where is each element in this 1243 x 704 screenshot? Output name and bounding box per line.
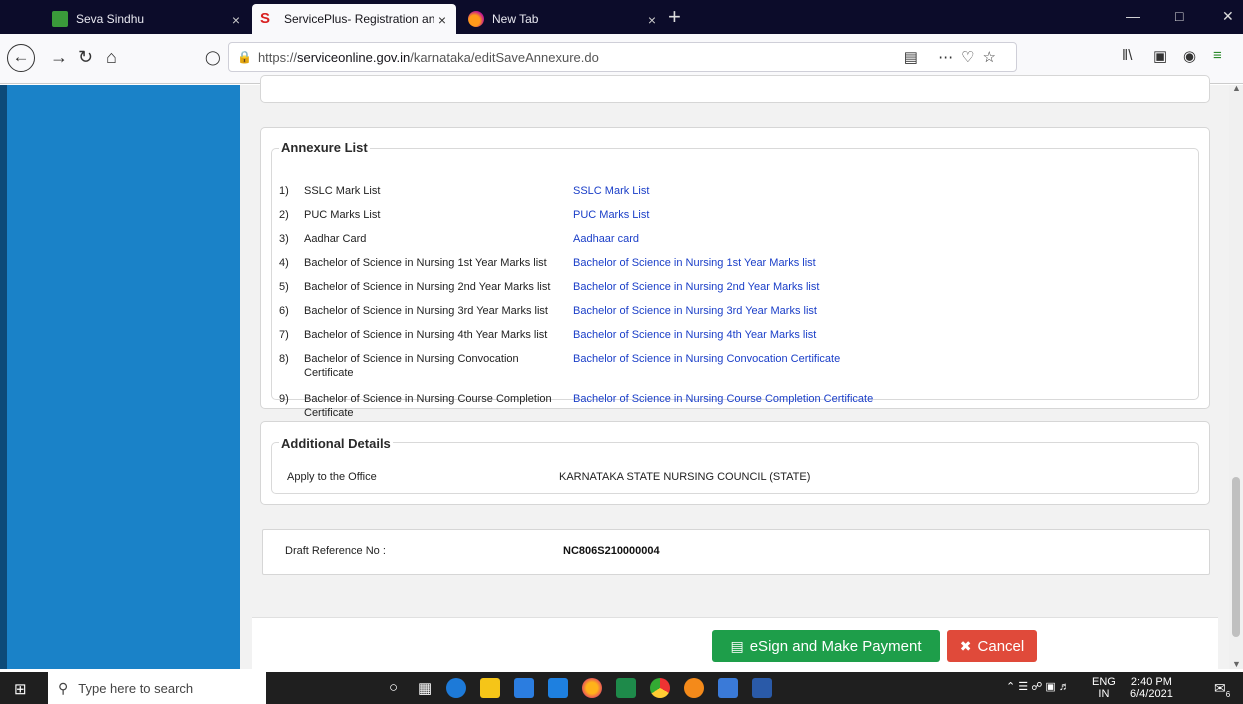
edge-icon[interactable] bbox=[446, 678, 466, 698]
excel-icon[interactable] bbox=[616, 678, 636, 698]
cortana-icon[interactable]: ○ bbox=[389, 679, 398, 696]
shield-icon[interactable]: ◯ bbox=[205, 44, 221, 70]
cancel-button[interactable]: ✖ Cancel bbox=[947, 630, 1037, 662]
seva-sindhu-favicon-icon bbox=[52, 11, 68, 27]
serviceplus-favicon-icon: S bbox=[260, 10, 271, 27]
tab-seva-sindhu[interactable]: Seva Sindhu × bbox=[44, 4, 250, 34]
reader-view-icon[interactable]: ▤ bbox=[904, 49, 926, 66]
annexure-link[interactable]: Bachelor of Science in Nursing 2nd Year … bbox=[573, 280, 819, 294]
notepad-icon[interactable] bbox=[718, 678, 738, 698]
library-icon[interactable]: ‖\ bbox=[1122, 47, 1132, 64]
screen: Seva Sindhu × S ServicePlus- Registratio… bbox=[0, 0, 1243, 704]
page-scrollbar[interactable]: ▲ ▼ bbox=[1229, 83, 1243, 669]
annexure-link[interactable]: PUC Marks List bbox=[573, 208, 649, 222]
office-label: Apply to the Office bbox=[287, 471, 377, 483]
tab-serviceplus[interactable]: S ServicePlus- Registration and V × bbox=[252, 4, 456, 34]
left-sidebar bbox=[0, 85, 240, 669]
more-actions-icon[interactable]: ⋯ bbox=[938, 49, 961, 66]
store-icon[interactable] bbox=[548, 678, 568, 698]
draft-reference-panel: Draft Reference No : NC806S210000004 bbox=[262, 529, 1210, 575]
url-actions[interactable]: ▤ ⋯♡☆ bbox=[904, 48, 1004, 66]
credit-card-icon: ▤ bbox=[730, 637, 744, 654]
windows-start-icon[interactable]: ⊞ bbox=[14, 680, 27, 698]
home-icon[interactable]: ⌂ bbox=[106, 44, 117, 70]
annexure-link[interactable]: Bachelor of Science in Nursing Convocati… bbox=[573, 352, 840, 366]
lock-icon: 🔒 bbox=[237, 50, 252, 64]
close-tab-icon[interactable]: × bbox=[232, 12, 240, 28]
web-page: Annexure List 1) SSLC Mark List SSLC Mar… bbox=[0, 75, 1243, 677]
cancel-circle-icon: ✖ bbox=[959, 637, 972, 654]
paint-icon[interactable] bbox=[684, 678, 704, 698]
action-bar: ▤ eSign and Make Payment ✖ Cancel bbox=[252, 617, 1218, 677]
language-indicator[interactable]: ENG IN bbox=[1092, 676, 1116, 700]
additional-details-fieldset bbox=[271, 442, 1199, 494]
scrollbar-thumb[interactable] bbox=[1232, 477, 1240, 637]
draft-reference-value: NC806S210000004 bbox=[563, 545, 660, 557]
menu-update-icon[interactable]: ≡ bbox=[1213, 47, 1222, 64]
new-tab-button[interactable]: + bbox=[668, 4, 681, 30]
previous-panel bbox=[260, 75, 1210, 103]
forward-arrow-icon[interactable]: → bbox=[50, 44, 68, 70]
additional-details-panel: Additional Details Apply to the Office K… bbox=[260, 421, 1210, 505]
close-tab-icon[interactable]: × bbox=[648, 12, 656, 28]
notification-center-icon[interactable]: ✉6 bbox=[1214, 680, 1230, 699]
pocket-icon[interactable]: ♡ bbox=[961, 49, 982, 66]
main-content: Annexure List 1) SSLC Mark List SSLC Mar… bbox=[240, 75, 1230, 677]
bookmark-star-icon[interactable]: ☆ bbox=[983, 49, 1004, 66]
maximize-icon[interactable]: □ bbox=[1175, 8, 1183, 24]
firefox-icon bbox=[468, 11, 484, 27]
tab-title: Seva Sindhu bbox=[76, 12, 145, 26]
close-window-icon[interactable]: ✕ bbox=[1222, 8, 1234, 25]
search-icon: ⚲ bbox=[58, 679, 69, 696]
url-text: https://serviceonline.gov.in/karnataka/e… bbox=[257, 49, 599, 65]
esign-and-make-payment-button[interactable]: ▤ eSign and Make Payment bbox=[712, 630, 940, 662]
annexure-link[interactable]: Bachelor of Science in Nursing 3rd Year … bbox=[573, 304, 817, 318]
sidebar-toggle-icon[interactable]: ▣ bbox=[1153, 47, 1167, 65]
draft-reference-label: Draft Reference No : bbox=[285, 545, 386, 557]
tab-title: New Tab bbox=[492, 12, 539, 26]
firefox-taskbar-icon[interactable] bbox=[582, 678, 602, 698]
clock[interactable]: 2:40 PM 6/4/2021 bbox=[1130, 676, 1173, 700]
tab-new-tab[interactable]: New Tab × bbox=[460, 4, 666, 34]
system-tray-icons[interactable]: ⌃ ☰ ☍ ▣ ♬ bbox=[1006, 681, 1070, 693]
word-icon[interactable] bbox=[752, 678, 772, 698]
chrome-icon[interactable] bbox=[650, 678, 670, 698]
close-tab-icon[interactable]: × bbox=[438, 12, 446, 28]
task-view-icon[interactable]: ▦ bbox=[418, 679, 432, 697]
additional-details-legend: Additional Details bbox=[279, 436, 393, 451]
minimize-icon[interactable]: — bbox=[1126, 8, 1140, 24]
annexure-link[interactable]: Bachelor of Science in Nursing Course Co… bbox=[573, 392, 873, 406]
scroll-up-icon[interactable]: ▲ bbox=[1232, 83, 1241, 93]
tab-title: ServicePlus- Registration and V bbox=[284, 12, 434, 26]
annexure-list: 1) SSLC Mark List SSLC Mark List 2) PUC … bbox=[279, 184, 874, 419]
scroll-down-icon[interactable]: ▼ bbox=[1232, 659, 1241, 669]
file-explorer-icon[interactable] bbox=[480, 678, 500, 698]
windows-taskbar: ⊞ ⚲ Type here to search ○ ▦ ⌃ ☰ ☍ ▣ ♬ EN… bbox=[0, 672, 1243, 704]
mail-icon[interactable] bbox=[514, 678, 534, 698]
annexure-link[interactable]: Aadhaar card bbox=[573, 232, 639, 246]
url-bar[interactable]: 🔒 https://serviceonline.gov.in/karnataka… bbox=[228, 42, 1017, 72]
office-value: KARNATAKA STATE NURSING COUNCIL (STATE) bbox=[559, 471, 811, 483]
account-icon[interactable]: ◉ bbox=[1183, 47, 1196, 65]
annexure-link[interactable]: SSLC Mark List bbox=[573, 184, 649, 198]
annexure-link[interactable]: Bachelor of Science in Nursing 4th Year … bbox=[573, 328, 816, 342]
back-arrow-icon[interactable]: ← bbox=[7, 44, 35, 72]
taskbar-search-box[interactable]: ⚲ Type here to search bbox=[48, 672, 266, 704]
browser-tab-strip: Seva Sindhu × S ServicePlus- Registratio… bbox=[0, 0, 1243, 34]
annexure-link[interactable]: Bachelor of Science in Nursing 1st Year … bbox=[573, 256, 816, 270]
annexure-panel: Annexure List 1) SSLC Mark List SSLC Mar… bbox=[260, 127, 1210, 419]
reload-icon[interactable]: ↻ bbox=[78, 44, 93, 70]
